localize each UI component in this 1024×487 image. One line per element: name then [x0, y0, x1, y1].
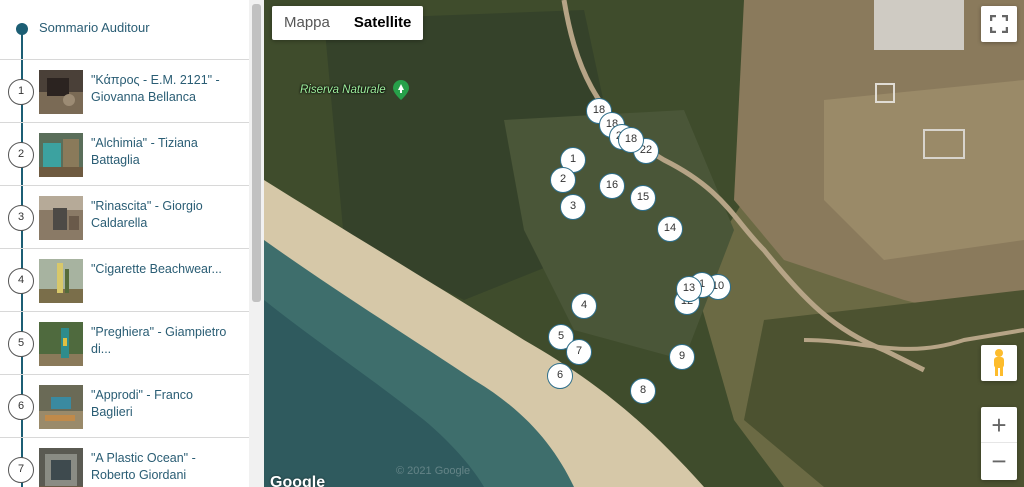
- map-marker[interactable]: 7: [566, 339, 592, 365]
- map-marker[interactable]: 4: [571, 293, 597, 319]
- map-type-satellite-button[interactable]: Satellite: [342, 6, 424, 40]
- copyright-text: © 2021 Google: [396, 465, 471, 477]
- item-number: 3: [8, 205, 34, 231]
- map-marker[interactable]: 15: [630, 185, 656, 211]
- item-title: "Preghiera" - Giampietro di...: [91, 325, 227, 356]
- item-number: 7: [8, 457, 34, 483]
- list-item[interactable]: 2 "Alchimia" - Tiziana Battaglia: [0, 123, 249, 186]
- item-title: "Approdi" - Franco Baglieri: [91, 388, 193, 419]
- item-title: "Κάπρος - Ε.Μ. 2121" - Giovanna Bellanca: [91, 73, 220, 104]
- sidebar-scrollbar[interactable]: [249, 0, 264, 487]
- zoom-in-button[interactable]: +: [981, 407, 1017, 443]
- park-pin-icon[interactable]: [393, 80, 409, 100]
- item-number: 4: [8, 268, 34, 294]
- map-marker[interactable]: 9: [669, 344, 695, 370]
- thumbnail-image: [39, 385, 83, 429]
- item-title: "A Plastic Ocean" - Roberto Giordani: [91, 451, 196, 482]
- pegman-icon: [994, 349, 1004, 376]
- item-number: 5: [8, 331, 34, 357]
- item-title: "Cigarette Beachwear...: [91, 262, 222, 276]
- app: Sommario Auditour 1 "Κάπρος - Ε.Μ. 2121"…: [0, 0, 1024, 487]
- map-marker[interactable]: 3: [560, 194, 586, 220]
- item-number: 6: [8, 394, 34, 420]
- list-item[interactable]: 6 "Approdi" - Franco Baglieri: [0, 375, 249, 438]
- map-marker[interactable]: 8: [630, 378, 656, 404]
- list-item[interactable]: 3 "Rinascita" - Giorgio Caldarella: [0, 186, 249, 249]
- list-item[interactable]: 4 "Cigarette Beachwear...: [0, 249, 249, 312]
- zoom-control: + −: [981, 407, 1017, 480]
- list-item[interactable]: 1 "Κάπρος - Ε.Μ. 2121" - Giovanna Bellan…: [0, 60, 249, 123]
- google-logo[interactable]: Google: [270, 474, 325, 487]
- summary-item[interactable]: Sommario Auditour: [0, 0, 249, 60]
- poi-label[interactable]: Riserva Naturale: [300, 84, 386, 96]
- thumbnail-image: [39, 259, 83, 303]
- thumbnail-image: [39, 448, 83, 487]
- summary-label: Sommario Auditour: [39, 20, 150, 35]
- sidebar: Sommario Auditour 1 "Κάπρος - Ε.Μ. 2121"…: [0, 0, 264, 487]
- map-type-control: Mappa Satellite: [272, 6, 424, 40]
- zoom-out-button[interactable]: −: [981, 443, 1017, 480]
- fullscreen-button[interactable]: [981, 6, 1017, 42]
- timeline-dot: [16, 23, 28, 35]
- street-view-pegman[interactable]: [981, 345, 1017, 381]
- fullscreen-icon: [990, 15, 1008, 33]
- map-marker[interactable]: 13: [676, 276, 702, 302]
- list-item[interactable]: 5 "Preghiera" - Giampietro di...: [0, 312, 249, 375]
- thumbnail-image: [39, 70, 83, 114]
- map-marker[interactable]: 6: [547, 363, 573, 389]
- list-item[interactable]: 7 "A Plastic Ocean" - Roberto Giordani: [0, 438, 249, 487]
- scrollbar-thumb[interactable]: [252, 4, 261, 302]
- map-type-mappa-button[interactable]: Mappa: [272, 6, 342, 40]
- map-marker[interactable]: 2: [550, 167, 576, 193]
- audio-tour-list: Sommario Auditour 1 "Κάπρος - Ε.Μ. 2121"…: [0, 0, 249, 487]
- map-marker[interactable]: 14: [657, 216, 683, 242]
- thumbnail-image: [39, 196, 83, 240]
- satellite-imagery: [264, 0, 1024, 487]
- map-marker[interactable]: 18: [618, 127, 644, 153]
- item-number: 1: [8, 79, 34, 105]
- map-marker[interactable]: 16: [599, 173, 625, 199]
- map-view[interactable]: Riserva Naturale 18 18 22 22 1 2 16 15 3…: [264, 0, 1024, 487]
- thumbnail-image: [39, 133, 83, 177]
- item-title: "Rinascita" - Giorgio Caldarella: [91, 199, 203, 230]
- item-title: "Alchimia" - Tiziana Battaglia: [91, 136, 198, 167]
- item-number: 2: [8, 142, 34, 168]
- thumbnail-image: [39, 322, 83, 366]
